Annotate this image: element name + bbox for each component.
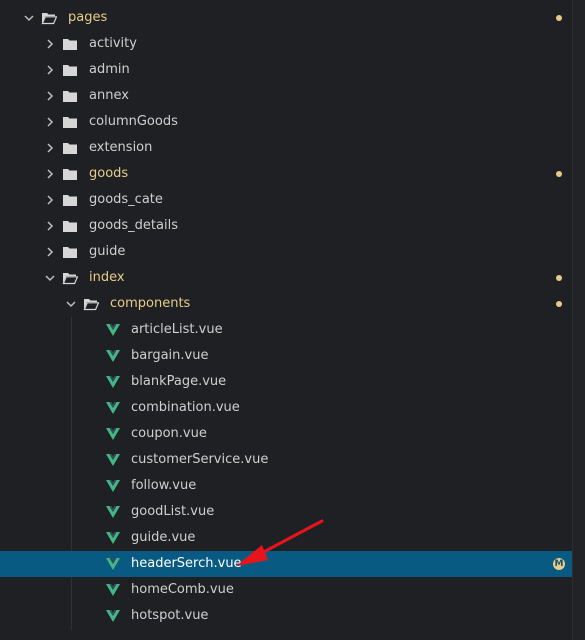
vue-file-icon (106, 506, 120, 518)
tree-item-label: bargain.vue (131, 348, 209, 363)
chevron-right-icon[interactable] (42, 140, 58, 156)
chevron-right-icon[interactable] (42, 218, 58, 234)
modified-indicator (556, 301, 562, 307)
tree-item-file[interactable]: guide.vue (0, 525, 572, 551)
tree-item-goods-details[interactable]: goods_details (0, 213, 572, 239)
tree-item-admin[interactable]: admin (0, 57, 572, 83)
vue-file-icon (106, 324, 120, 336)
modified-indicator (556, 171, 562, 177)
folder-open-icon (62, 273, 78, 285)
tree-item-file-selected[interactable]: headerSerch.vue M (0, 551, 572, 577)
folder-icon (63, 39, 77, 50)
tree-item-label: goods_cate (89, 192, 163, 207)
modified-indicator (556, 275, 562, 281)
tree-item-file[interactable]: bargain.vue (0, 343, 572, 369)
modified-indicator (556, 15, 562, 21)
vue-file-icon (106, 376, 120, 388)
tree-item-label: coupon.vue (131, 426, 207, 441)
git-modified-badge: M (553, 558, 565, 570)
tree-item-label: combination.vue (131, 400, 240, 415)
tree-item-file[interactable]: coupon.vue (0, 421, 572, 447)
folder-icon (63, 143, 77, 154)
folder-icon (63, 117, 77, 128)
tree-item-label: goodList.vue (131, 504, 215, 519)
chevron-right-icon[interactable] (42, 166, 58, 182)
tree-item-label: follow.vue (131, 478, 197, 493)
tree-item-index[interactable]: index (0, 265, 572, 291)
vertical-scrollbar[interactable] (572, 0, 585, 640)
tree-item-components[interactable]: components (0, 291, 572, 317)
vue-file-icon (106, 428, 120, 440)
tree-item-label: headerSerch.vue (131, 556, 242, 571)
tree-item-file[interactable]: customerService.vue (0, 447, 572, 473)
chevron-right-icon[interactable] (42, 36, 58, 52)
folder-icon (63, 65, 77, 76)
folder-icon (63, 91, 77, 102)
folder-icon (63, 247, 77, 258)
tree-item-label: columnGoods (89, 114, 178, 129)
folder-icon (63, 169, 77, 180)
chevron-right-icon[interactable] (42, 62, 58, 78)
tree-item-label: customerService.vue (131, 452, 269, 467)
tree-item-label: goods_details (89, 218, 178, 233)
folder-open-icon (83, 299, 99, 311)
folder-open-icon (41, 13, 57, 25)
folder-icon (63, 221, 77, 232)
vue-file-icon (106, 610, 120, 622)
tree-item-label: components (110, 296, 191, 311)
tree-item-goods-cate[interactable]: goods_cate (0, 187, 572, 213)
tree-item-file[interactable]: goodList.vue (0, 499, 572, 525)
tree-item-pages[interactable]: pages (0, 5, 572, 31)
tree-item-file[interactable]: combination.vue (0, 395, 572, 421)
chevron-right-icon[interactable] (42, 192, 58, 208)
chevron-down-icon[interactable] (21, 10, 37, 26)
vue-file-icon (106, 350, 120, 362)
folder-icon (63, 195, 77, 206)
tree-item-file[interactable]: articleList.vue (0, 317, 572, 343)
tree-item-extension[interactable]: extension (0, 135, 572, 161)
tree-item-label: guide (89, 244, 126, 259)
tree-item-label: articleList.vue (131, 322, 223, 337)
tree-item-activity[interactable]: activity (0, 31, 572, 57)
file-explorer: pages activity admin annex columnGoods e… (0, 0, 585, 640)
tree-item-file[interactable]: follow.vue (0, 473, 572, 499)
tree-item-file[interactable]: homeComb.vue (0, 577, 572, 603)
tree-item-file[interactable]: hotspot.vue (0, 603, 572, 629)
chevron-down-icon[interactable] (42, 270, 58, 286)
tree-item-file[interactable]: blankPage.vue (0, 369, 572, 395)
tree-item-label: index (89, 270, 125, 285)
tree-item-label: activity (89, 36, 137, 51)
tree-item-label: annex (89, 88, 129, 103)
chevron-down-icon[interactable] (63, 296, 79, 312)
vue-file-icon (106, 558, 120, 570)
chevron-right-icon[interactable] (42, 114, 58, 130)
chevron-right-icon[interactable] (42, 244, 58, 260)
tree-item-goods[interactable]: goods (0, 161, 572, 187)
tree-item-label: guide.vue (131, 530, 196, 545)
tree-item-label: pages (68, 10, 108, 25)
tree-item-guide[interactable]: guide (0, 239, 572, 265)
tree-item-label: admin (89, 62, 130, 77)
tree-item-label: blankPage.vue (131, 374, 227, 389)
chevron-right-icon[interactable] (42, 88, 58, 104)
tree-item-columngoods[interactable]: columnGoods (0, 109, 572, 135)
tree-item-label: goods (89, 166, 129, 181)
vue-file-icon (106, 480, 120, 492)
tree-item-annex[interactable]: annex (0, 83, 572, 109)
tree-item-label: homeComb.vue (131, 582, 234, 597)
vue-file-icon (106, 402, 120, 414)
tree-item-label: hotspot.vue (131, 608, 209, 623)
vue-file-icon (106, 532, 120, 544)
vue-file-icon (106, 454, 120, 466)
tree-item-label: extension (89, 140, 153, 155)
vue-file-icon (106, 584, 120, 596)
